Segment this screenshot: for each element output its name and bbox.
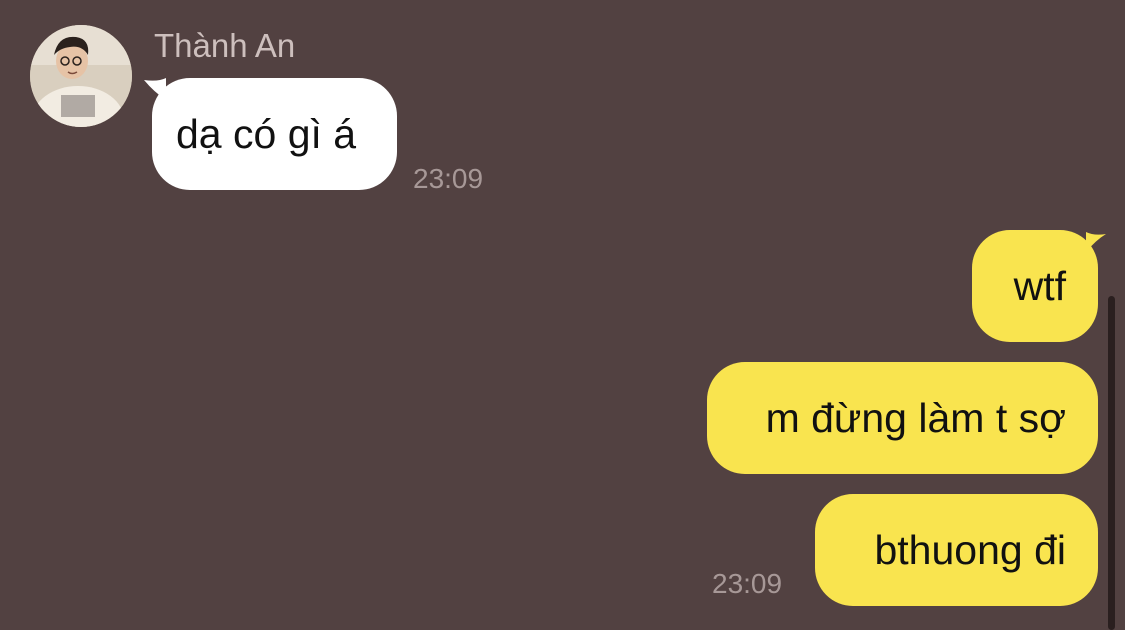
outgoing-message-text: m đừng làm t sợ xyxy=(765,394,1066,441)
outgoing-message-text: wtf xyxy=(1013,262,1066,309)
incoming-bubble-tail-icon xyxy=(144,78,166,100)
outgoing-message-time: 23:09 xyxy=(712,568,783,599)
outgoing-bubble-tail-icon xyxy=(1086,232,1106,252)
sender-name: Thành An xyxy=(154,27,296,64)
profile-photo-icon xyxy=(30,25,132,127)
incoming-message-time: 23:09 xyxy=(413,163,484,194)
chat-view: Thành An dạ có gì á 23:09 wtf m đừng làm… xyxy=(0,0,1125,630)
outgoing-message-text: bthuong đi xyxy=(874,526,1066,573)
outgoing-message-bubble[interactable]: bthuong đi xyxy=(815,494,1098,606)
incoming-message-text: dạ có gì á xyxy=(176,110,357,157)
incoming-message-bubble[interactable]: dạ có gì á xyxy=(152,78,397,190)
outgoing-message-bubble[interactable]: m đừng làm t sợ xyxy=(707,362,1098,474)
outgoing-message-bubble[interactable]: wtf xyxy=(972,230,1098,342)
scrollbar[interactable] xyxy=(1108,296,1115,630)
avatar[interactable] xyxy=(30,25,132,127)
